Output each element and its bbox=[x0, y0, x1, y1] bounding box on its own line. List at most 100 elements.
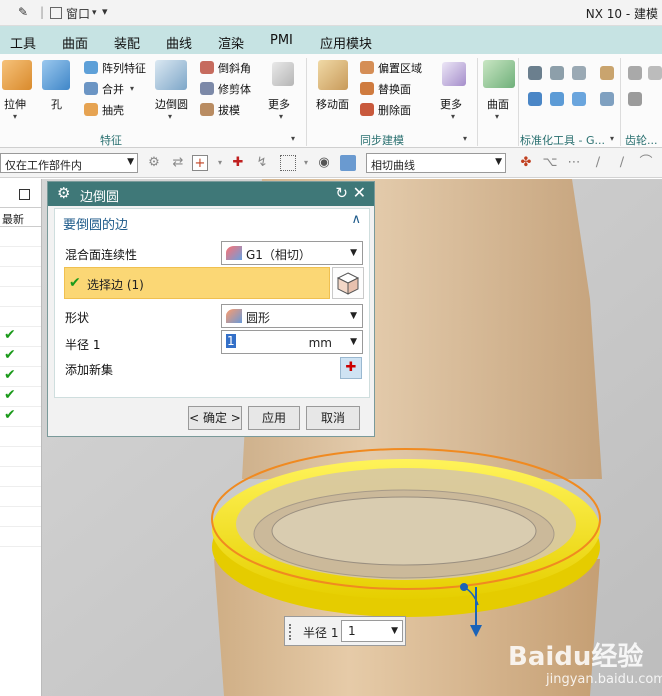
extrude-dropdown-icon[interactable]: ▾ bbox=[13, 112, 17, 121]
gear-icon[interactable]: ⚙ bbox=[57, 184, 70, 202]
draft-button[interactable]: 拔模 bbox=[218, 102, 240, 118]
trim-body-icon[interactable] bbox=[200, 82, 214, 95]
edge-blend-icon[interactable] bbox=[155, 60, 187, 90]
list-item[interactable]: ✔ bbox=[0, 367, 41, 387]
list-item[interactable]: ✔ bbox=[0, 387, 41, 407]
gear-tool-icon-3[interactable] bbox=[648, 66, 662, 80]
extrude-icon[interactable] bbox=[2, 60, 32, 90]
std-tool-icon-4[interactable] bbox=[528, 92, 542, 106]
drag-handle-icon[interactable] bbox=[289, 624, 293, 640]
surface-dropdown-icon[interactable]: ▾ bbox=[495, 112, 499, 121]
replace-face-icon[interactable] bbox=[360, 82, 374, 95]
list-item[interactable]: ✔ bbox=[0, 407, 41, 427]
shell-button[interactable]: 抽壳 bbox=[102, 102, 124, 118]
arc-icon[interactable]: ⌒ bbox=[638, 155, 654, 171]
dropdown-icon[interactable]: ▾ bbox=[298, 155, 314, 171]
scope-filter-select[interactable]: 仅在工作部件内 ▼ bbox=[0, 153, 138, 173]
dropdown-icon[interactable]: ▾ bbox=[212, 155, 228, 171]
continuity-select[interactable]: G1（相切） ▼ bbox=[221, 241, 363, 265]
shell-icon[interactable] bbox=[84, 103, 98, 116]
window-menu[interactable]: 窗口 bbox=[66, 5, 90, 22]
menu-app-modules[interactable]: 应用模块 bbox=[320, 33, 372, 52]
move-face-icon[interactable] bbox=[318, 60, 348, 90]
customize-icon[interactable]: ▾ bbox=[102, 5, 108, 18]
radius-onscreen-input[interactable]: 半径 1 1 ▼ bbox=[284, 616, 406, 646]
std-tool-icon-8[interactable] bbox=[600, 92, 614, 106]
list-item[interactable]: ✔ bbox=[0, 327, 41, 347]
edge-blend-dropdown-icon[interactable]: ▾ bbox=[168, 112, 172, 121]
close-icon[interactable]: ✕ bbox=[353, 183, 366, 202]
list-item[interactable] bbox=[0, 507, 41, 527]
list-item[interactable]: ✔ bbox=[0, 347, 41, 367]
menu-pmi[interactable]: PMI bbox=[270, 33, 293, 48]
menu-surface[interactable]: 曲面 bbox=[62, 33, 88, 52]
replace-face-button[interactable]: 替换面 bbox=[378, 81, 411, 97]
menu-assembly[interactable]: 装配 bbox=[114, 33, 140, 52]
unite-icon[interactable] bbox=[84, 82, 98, 95]
edge-selector-button[interactable] bbox=[332, 267, 364, 299]
more-features-dropdown-icon[interactable]: ▾ bbox=[279, 112, 283, 121]
body-select-icon[interactable]: ◉ bbox=[316, 155, 332, 171]
trim-body-button[interactable]: 修剪体 bbox=[218, 81, 251, 97]
delete-face-icon[interactable] bbox=[360, 103, 374, 116]
list-item[interactable] bbox=[0, 527, 41, 547]
maximize-icon[interactable] bbox=[19, 189, 30, 200]
apply-button[interactable]: 应用 bbox=[248, 406, 300, 430]
chevron-down-icon[interactable]: ▼ bbox=[350, 337, 357, 347]
follow-fillet-icon[interactable]: ⌥ bbox=[542, 155, 558, 171]
window-menu-dropdown-icon[interactable]: ▾ bbox=[92, 8, 97, 18]
hole-label[interactable]: 孔 bbox=[51, 96, 62, 112]
std-tool-icon-5[interactable] bbox=[550, 92, 564, 106]
group-feature-expand-icon[interactable]: ▾ bbox=[291, 134, 295, 143]
more-sync-icon[interactable] bbox=[442, 62, 466, 86]
delete-face-button[interactable]: 删除面 bbox=[378, 102, 411, 118]
chamfer-button[interactable]: 倒斜角 bbox=[218, 60, 251, 76]
menu-tools[interactable]: 工具 bbox=[10, 33, 36, 52]
more-sync-dropdown-icon[interactable]: ▾ bbox=[451, 112, 455, 121]
move-face-label[interactable]: 移动面 bbox=[316, 96, 349, 112]
more-sync-button[interactable]: 更多 bbox=[440, 96, 462, 112]
extrude-label[interactable]: 拉伸 bbox=[4, 96, 26, 112]
std-tool-icon-3[interactable] bbox=[572, 66, 586, 80]
more-features-button[interactable]: 更多 bbox=[268, 96, 290, 112]
list-item[interactable] bbox=[0, 227, 41, 247]
tangent-icon[interactable]: ↯ bbox=[254, 155, 270, 171]
pen-icon[interactable]: ✎ bbox=[18, 5, 28, 19]
rectangle-select-icon[interactable] bbox=[280, 155, 296, 171]
menu-curve[interactable]: 曲线 bbox=[166, 33, 192, 52]
surface-icon[interactable] bbox=[483, 60, 515, 88]
gear-tool-icon-1[interactable] bbox=[628, 66, 642, 80]
intersection-icon[interactable]: ✚ bbox=[230, 155, 246, 171]
unite-button[interactable]: 合并 bbox=[102, 81, 124, 97]
gear-tool-icon-2[interactable] bbox=[628, 92, 642, 106]
snap-icon[interactable]: ⇄ bbox=[170, 155, 186, 171]
offset-region-icon[interactable] bbox=[360, 61, 374, 74]
select-point-icon[interactable]: + bbox=[192, 155, 208, 171]
list-item[interactable] bbox=[0, 427, 41, 447]
std-tool-icon-6[interactable] bbox=[572, 92, 586, 106]
radius-value[interactable]: 1 bbox=[226, 334, 236, 348]
list-item[interactable] bbox=[0, 487, 41, 507]
collapse-icon[interactable]: ∧ bbox=[351, 212, 361, 227]
radius-tip-select[interactable]: 1 ▼ bbox=[341, 620, 403, 642]
column-header-latest[interactable]: 最新 bbox=[0, 207, 41, 227]
group-std-expand-icon[interactable]: ▾ bbox=[610, 134, 614, 143]
list-item[interactable] bbox=[0, 287, 41, 307]
dialog-title-bar[interactable]: ⚙ 边倒圆 ↻ ✕ bbox=[48, 182, 374, 206]
list-item[interactable] bbox=[0, 467, 41, 487]
shape-select[interactable]: 圆形 ▼ bbox=[221, 304, 363, 328]
offset-region-button[interactable]: 偏置区域 bbox=[378, 60, 422, 76]
radius-input[interactable]: 1 mm ▼ bbox=[221, 330, 363, 354]
chamfer-icon[interactable] bbox=[200, 61, 214, 74]
select-filter-icon[interactable]: ⚙ bbox=[146, 155, 162, 171]
list-item[interactable] bbox=[0, 447, 41, 467]
std-tool-icon-7[interactable] bbox=[600, 66, 614, 80]
edge-blend-label[interactable]: 边倒圆 bbox=[155, 96, 188, 112]
reset-icon[interactable]: ↻ bbox=[335, 184, 348, 202]
std-tool-icon-2[interactable] bbox=[550, 66, 564, 80]
more-features-icon[interactable] bbox=[272, 62, 294, 86]
cancel-button[interactable]: 取消 bbox=[306, 406, 360, 430]
draft-icon[interactable] bbox=[200, 103, 214, 116]
add-new-set-button[interactable]: ✚ bbox=[340, 357, 362, 379]
hole-icon[interactable] bbox=[42, 60, 70, 90]
